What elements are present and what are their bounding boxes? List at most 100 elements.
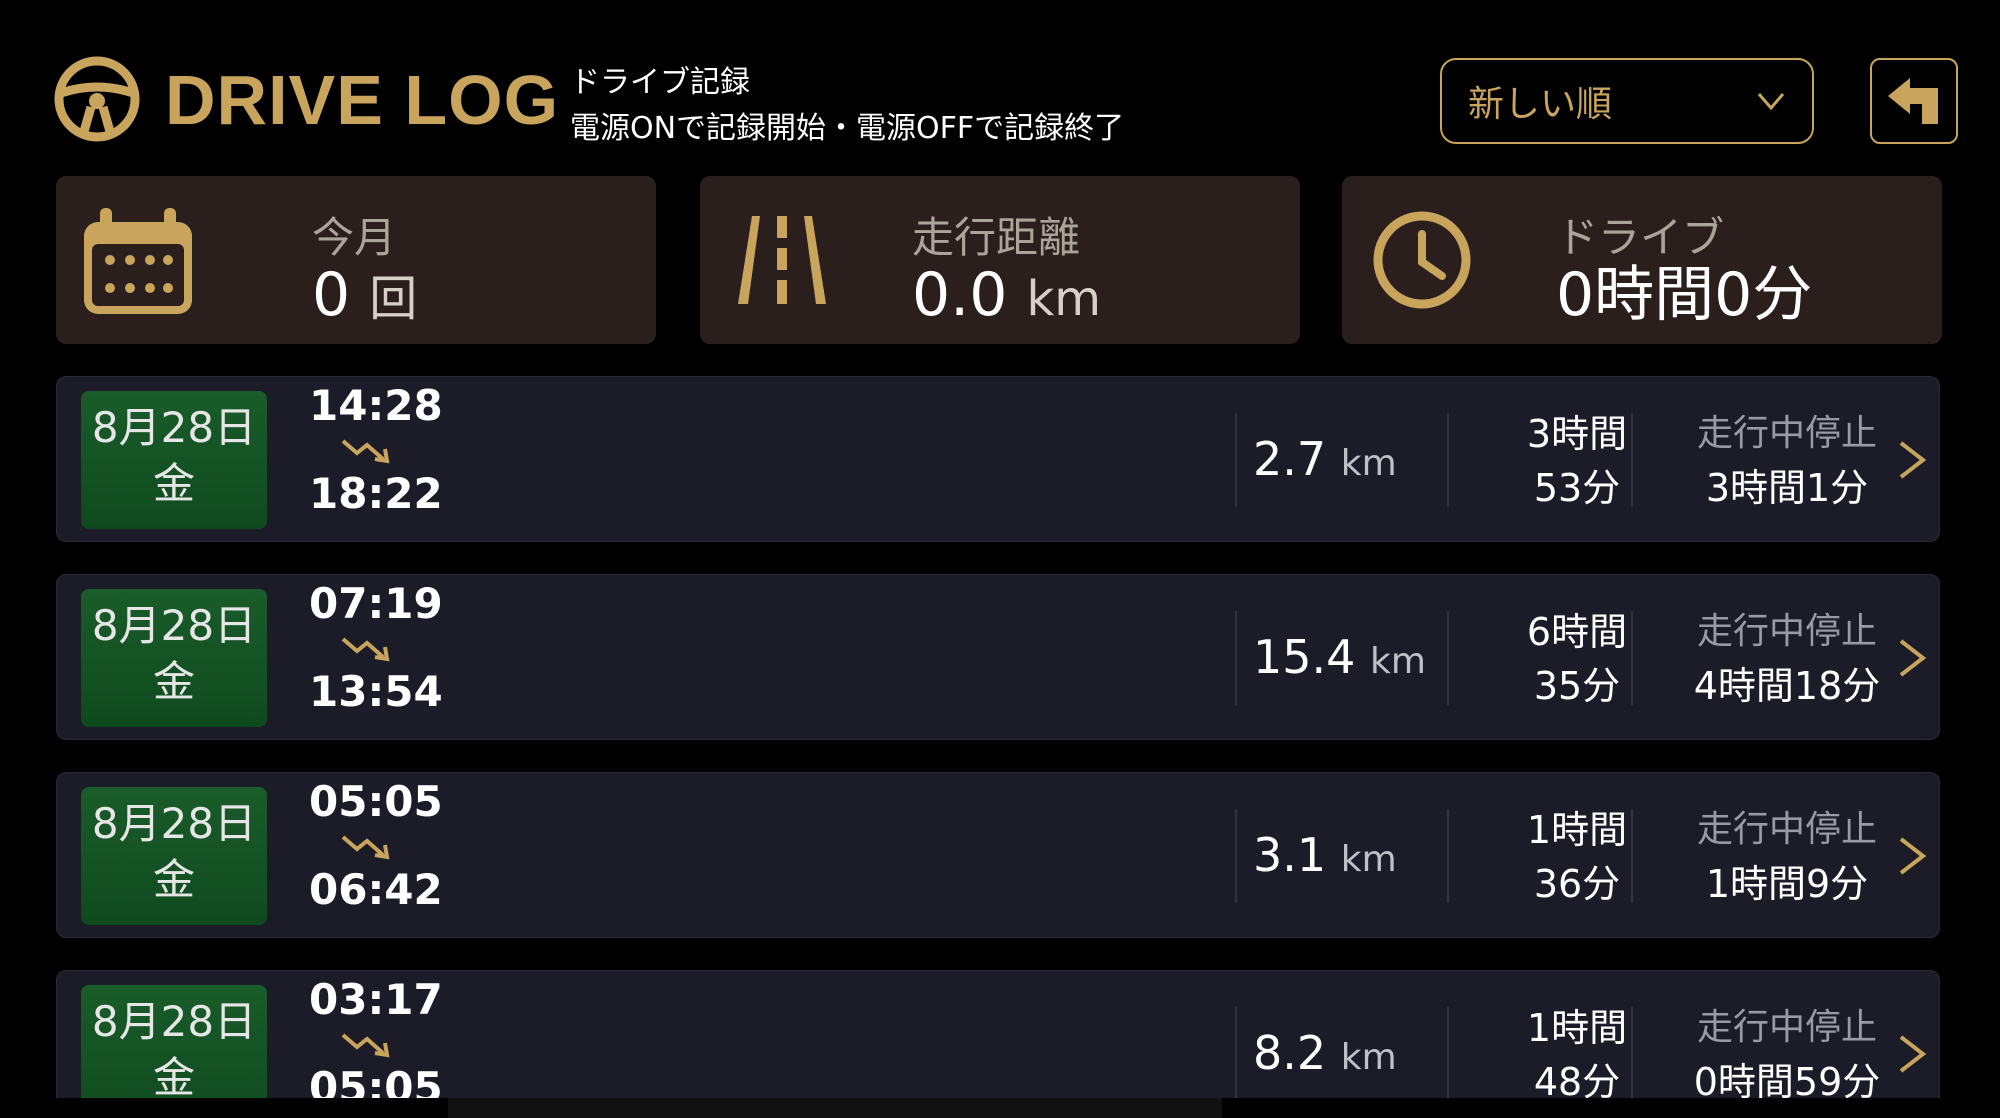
stat-card-distance: 走行距離 0.0 km <box>700 176 1300 344</box>
subtitle-line-1: ドライブ記録 <box>570 65 750 100</box>
log-duration-minutes: 36分 <box>1533 862 1621 906</box>
log-duration-minutes: 35分 <box>1533 664 1621 708</box>
stat-month-value: 0 <box>312 260 351 330</box>
log-distance-wrap: 2.7 km <box>1253 429 1397 494</box>
log-distance-wrap: 15.4 km <box>1253 627 1426 692</box>
drive-log-screen: DRIVE LOG ドライブ記録 電源ONで記録開始・電源OFFで記録終了 新し… <box>0 0 2000 1118</box>
date-badge: 8月28日 金 <box>81 787 267 925</box>
log-duration: 1時間 48分 <box>1477 1001 1677 1109</box>
back-button[interactable] <box>1870 58 1958 144</box>
sort-select[interactable]: 新しい順 <box>1440 58 1814 144</box>
trip-arrow-icon <box>341 1033 390 1058</box>
log-duration-hours: 6時間 <box>1526 610 1628 654</box>
divider <box>1631 413 1633 507</box>
road-icon <box>738 216 826 304</box>
stat-distance-value: 0.0 <box>912 260 1008 330</box>
date-badge: 8月28日 金 <box>81 589 267 727</box>
header-subtitle: ドライブ記録 電源ONで記録開始・電源OFFで記録終了 <box>570 60 1124 152</box>
chevron-right-icon[interactable] <box>1895 1031 1929 1077</box>
chevron-right-icon[interactable] <box>1895 833 1929 879</box>
log-date: 8月28日 <box>91 601 257 650</box>
log-weekday: 金 <box>152 657 195 706</box>
log-distance-wrap: 8.2 km <box>1253 1023 1397 1088</box>
log-weekday: 金 <box>152 459 195 508</box>
log-distance: 2.7 <box>1253 432 1327 486</box>
divider <box>1235 611 1237 705</box>
log-stop: 走行中停止 0時間59分 <box>1667 1001 1907 1109</box>
log-duration-hours: 1時間 <box>1526 808 1628 852</box>
log-times: 03:17 05:05 <box>309 975 459 1113</box>
log-start-time: 07:19 <box>309 579 443 628</box>
log-duration: 1時間 36分 <box>1477 803 1677 911</box>
subtitle-line-2: 電源ONで記録開始・電源OFFで記録終了 <box>570 111 1125 146</box>
app-title: DRIVE LOG <box>165 61 560 139</box>
log-start-time: 05:05 <box>309 777 443 826</box>
divider <box>1235 1007 1237 1101</box>
log-duration-hours: 1時間 <box>1526 1006 1628 1050</box>
log-stop-label: 走行中停止 <box>1696 413 1877 454</box>
log-distance-unit: km <box>1340 443 1397 484</box>
log-distance-unit: km <box>1340 1037 1397 1078</box>
log-stop-label: 走行中停止 <box>1696 809 1877 850</box>
log-duration-minutes: 53分 <box>1533 466 1621 510</box>
log-stop-value: 4時間18分 <box>1693 664 1881 708</box>
divider <box>1447 1007 1449 1101</box>
stat-month-unit: 回 <box>369 271 418 327</box>
back-arrow-icon <box>1888 78 1938 124</box>
chevron-down-icon <box>1757 93 1785 111</box>
bottom-bar-right <box>1222 1098 2000 1118</box>
log-distance-unit: km <box>1340 839 1397 880</box>
log-stop-value: 3時間1分 <box>1705 466 1869 510</box>
log-times: 07:19 13:54 <box>309 579 459 717</box>
log-date: 8月28日 <box>91 799 257 848</box>
log-distance-wrap: 3.1 km <box>1253 825 1397 890</box>
log-row[interactable]: 8月28日 金 03:17 05:05 8.2 km 1時間 48分 走行中停止… <box>56 970 1940 1118</box>
stat-distance-unit: km <box>1026 271 1102 327</box>
calendar-icon <box>84 208 192 314</box>
log-start-time: 14:28 <box>309 381 443 430</box>
log-stop: 走行中停止 3時間1分 <box>1667 407 1907 515</box>
trip-arrow-icon <box>341 835 390 860</box>
chevron-right-icon[interactable] <box>1895 437 1929 483</box>
date-badge: 8月28日 金 <box>81 391 267 529</box>
log-duration: 3時間 53分 <box>1477 407 1677 515</box>
log-stop-label: 走行中停止 <box>1696 1007 1877 1048</box>
log-stop: 走行中停止 1時間9分 <box>1667 803 1907 911</box>
divider <box>1631 611 1633 705</box>
chevron-right-icon[interactable] <box>1895 635 1929 681</box>
bottom-bar-mid <box>448 1098 1222 1118</box>
clock-icon <box>1373 211 1471 309</box>
divider <box>1447 611 1449 705</box>
log-stop: 走行中停止 4時間18分 <box>1667 605 1907 713</box>
stat-drive-value: 0時間0分 <box>1556 260 1813 330</box>
log-stop-label: 走行中停止 <box>1696 611 1877 652</box>
divider <box>1235 413 1237 507</box>
stat-drive-label: ドライブ <box>1556 213 1725 262</box>
stat-month-value-wrap: 0 回 <box>312 260 417 334</box>
log-end-time: 06:42 <box>309 865 443 914</box>
divider <box>1447 413 1449 507</box>
log-times: 05:05 06:42 <box>309 777 459 915</box>
log-duration: 6時間 35分 <box>1477 605 1677 713</box>
log-stop-value: 1時間9分 <box>1705 862 1869 906</box>
log-row[interactable]: 8月28日 金 14:28 18:22 2.7 km 3時間 53分 走行中停止… <box>56 376 1940 542</box>
log-row[interactable]: 8月28日 金 05:05 06:42 3.1 km 1時間 36分 走行中停止… <box>56 772 1940 938</box>
divider <box>1631 1007 1633 1101</box>
log-end-time: 13:54 <box>309 667 443 716</box>
divider <box>1447 809 1449 903</box>
log-distance: 8.2 <box>1253 1026 1327 1080</box>
log-row[interactable]: 8月28日 金 07:19 13:54 15.4 km 6時間 35分 走行中停… <box>56 574 1940 740</box>
log-distance-unit: km <box>1370 641 1426 682</box>
log-duration-hours: 3時間 <box>1526 412 1628 456</box>
trip-arrow-icon <box>341 439 390 464</box>
log-start-time: 03:17 <box>309 975 443 1024</box>
steering-wheel-icon <box>54 56 140 142</box>
log-times: 14:28 18:22 <box>309 381 459 519</box>
log-date: 8月28日 <box>91 403 257 452</box>
log-end-time: 18:22 <box>309 469 443 518</box>
trip-arrow-icon <box>341 637 390 662</box>
stat-distance-label: 走行距離 <box>912 213 1081 262</box>
stat-month-label: 今月 <box>312 213 397 262</box>
log-distance: 3.1 <box>1253 828 1327 882</box>
log-date: 8月28日 <box>91 997 257 1046</box>
